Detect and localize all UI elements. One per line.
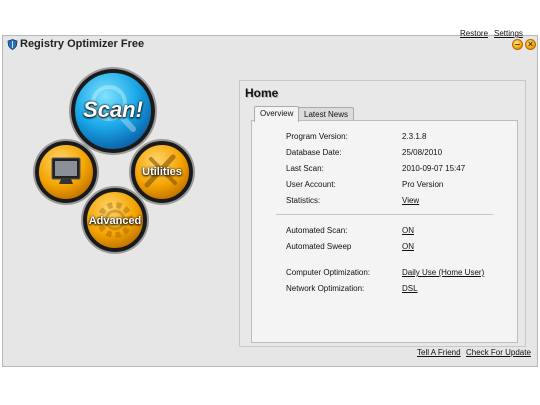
scan-label: Scan! xyxy=(83,97,143,122)
tab-latest-news-label: Latest News xyxy=(304,110,349,119)
utilities-label: Utilities xyxy=(142,166,182,178)
app-shield-icon xyxy=(7,39,18,50)
close-icon: × xyxy=(527,39,534,49)
section-divider xyxy=(276,214,493,215)
scan-button[interactable]: Scan! xyxy=(71,69,155,153)
minimize-icon: – xyxy=(514,39,520,49)
last-scan-value: 2010-09-07 15:47 xyxy=(402,164,466,173)
monitor-icon xyxy=(51,157,81,184)
automated-scan-toggle[interactable]: ON xyxy=(402,226,414,235)
program-version-value: 2.3.1.8 xyxy=(402,132,427,141)
advanced-button[interactable]: Advanced xyxy=(83,188,147,252)
database-date-label: Database Date: xyxy=(286,148,342,157)
database-date-value: 25/08/2010 xyxy=(402,148,443,157)
advanced-label: Advanced xyxy=(88,215,142,227)
statistics-label: Statistics: xyxy=(286,196,321,205)
automated-sweep-label: Automated Sweep xyxy=(286,242,352,251)
settings-link[interactable]: Settings xyxy=(494,29,523,38)
program-version-label: Program Version: xyxy=(286,132,348,141)
automated-scan-label: Automated Scan: xyxy=(286,226,348,235)
tab-overview-label: Overview xyxy=(260,109,294,118)
close-button[interactable]: × xyxy=(525,39,536,50)
user-account-label: User Account: xyxy=(286,180,336,189)
computer-optimization-label: Computer Optimization: xyxy=(286,268,371,277)
statistics-view-link[interactable]: View xyxy=(402,196,419,205)
network-optimization-link[interactable]: DSL xyxy=(402,284,418,293)
last-scan-label: Last Scan: xyxy=(286,164,324,173)
user-account-value: Pro Version xyxy=(402,180,444,189)
tell-a-friend-link[interactable]: Tell A Friend xyxy=(417,348,461,357)
window-title: Registry Optimizer Free xyxy=(20,38,145,50)
check-for-update-link[interactable]: Check For Update xyxy=(466,348,531,357)
restore-link[interactable]: Restore xyxy=(460,29,488,38)
automated-sweep-toggle[interactable]: ON xyxy=(402,242,414,251)
tab-overview[interactable]: Overview xyxy=(254,106,300,122)
minimize-button[interactable]: – xyxy=(512,39,523,50)
home-title: Home xyxy=(245,86,279,100)
computer-optimization-link[interactable]: Daily Use (Home User) xyxy=(402,268,484,277)
title-bar: Registry Optimizer Free – × xyxy=(3,36,537,54)
network-optimization-label: Network Optimization: xyxy=(286,284,365,293)
